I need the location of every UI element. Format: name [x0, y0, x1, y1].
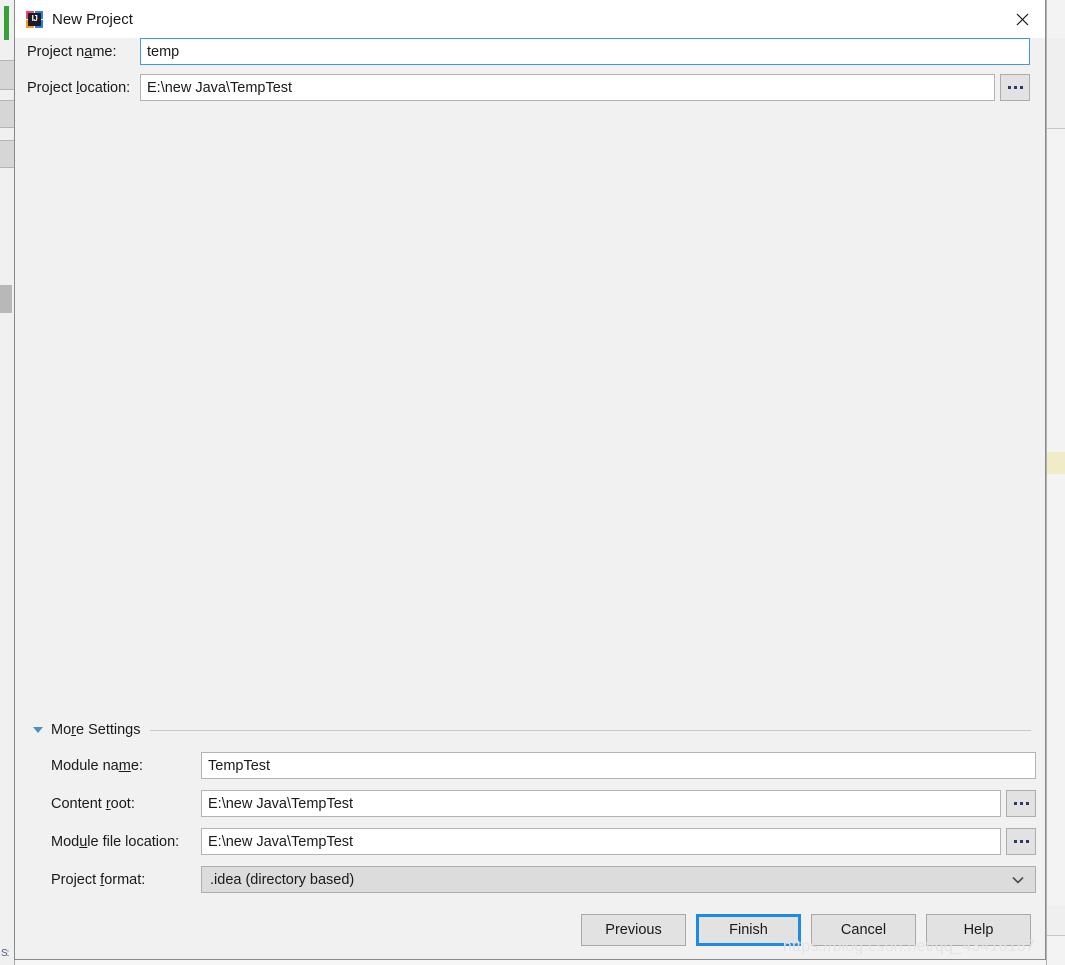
- project-name-label: Project name:: [27, 43, 117, 60]
- background-strip: [0, 60, 14, 90]
- background-right-row: [1047, 38, 1065, 69]
- triangle-down-icon: [33, 727, 43, 733]
- content-root-row: Content root: E:\new Java\TempTest: [15, 790, 1045, 817]
- more-settings-fields: Module name: TempTest Content root: E:\n…: [15, 752, 1045, 893]
- background-right-row: [1047, 68, 1065, 99]
- background-yellow-marker: [1047, 452, 1065, 474]
- project-format-row: Project format: .idea (directory based): [15, 866, 1045, 893]
- background-strip: [0, 100, 14, 128]
- module-file-location-browse-button[interactable]: [1006, 828, 1036, 855]
- more-settings-label: More Settings: [51, 722, 141, 738]
- module-name-row: Module name: TempTest: [15, 752, 1045, 779]
- project-format-value: .idea (directory based): [210, 871, 355, 888]
- previous-button[interactable]: Previous: [581, 914, 686, 946]
- project-location-row: Project location: E:\new Java\TempTest: [15, 74, 1045, 101]
- chevron-down-icon: [1012, 876, 1024, 884]
- dialog-footer: Previous Finish Cancel Help: [15, 914, 1045, 946]
- background-right-row: [1047, 905, 1065, 936]
- background-green-tab-icon: [4, 6, 9, 40]
- cancel-button[interactable]: Cancel: [811, 914, 916, 946]
- module-name-input[interactable]: TempTest: [201, 752, 1036, 779]
- new-project-dialog: IJ New Project Project name: temp Projec…: [14, 0, 1046, 960]
- background-right-row: [1047, 98, 1065, 129]
- module-file-location-label: Module file location:: [51, 833, 180, 850]
- intellij-idea-icon: IJ: [26, 10, 43, 28]
- content-root-input[interactable]: E:\new Java\TempTest: [201, 790, 1001, 817]
- content-root-browse-button[interactable]: [1006, 790, 1036, 817]
- background-right-panel: [1046, 0, 1065, 965]
- finish-button[interactable]: Finish: [696, 914, 801, 946]
- app-icon-letters: IJ: [28, 12, 41, 26]
- project-name-input[interactable]: temp: [140, 38, 1030, 65]
- more-settings-header[interactable]: More Settings: [15, 722, 1045, 738]
- module-file-location-input[interactable]: E:\new Java\TempTest: [201, 828, 1001, 855]
- help-button[interactable]: Help: [926, 914, 1031, 946]
- dialog-titlebar: IJ New Project: [15, 0, 1045, 38]
- module-name-label: Module name:: [51, 757, 143, 774]
- project-location-browse-button[interactable]: [1000, 74, 1030, 101]
- project-format-label: Project format:: [51, 871, 146, 888]
- background-scrollbar-handle: [0, 285, 12, 313]
- content-root-label: Content root:: [51, 795, 135, 812]
- project-name-row: Project name: temp: [15, 38, 1045, 65]
- project-format-select[interactable]: .idea (directory based): [201, 866, 1036, 893]
- module-file-location-row: Module file location: E:\new Java\TempTe…: [15, 828, 1045, 855]
- project-location-label: Project location:: [27, 79, 131, 96]
- background-strip: [0, 140, 14, 168]
- background-left-toolbar: S:: [0, 0, 15, 965]
- project-fields-form: Project name: temp Project location: E:\…: [15, 38, 1045, 110]
- more-settings-divider: [149, 729, 1031, 731]
- close-icon-glyph: [1016, 13, 1028, 25]
- project-location-input[interactable]: E:\new Java\TempTest: [140, 74, 995, 101]
- dialog-title: New Project: [52, 10, 133, 28]
- close-icon[interactable]: [999, 0, 1045, 38]
- background-status-text: S:: [1, 948, 10, 959]
- more-settings-section: More Settings Module name: TempTest Cont…: [15, 722, 1045, 904]
